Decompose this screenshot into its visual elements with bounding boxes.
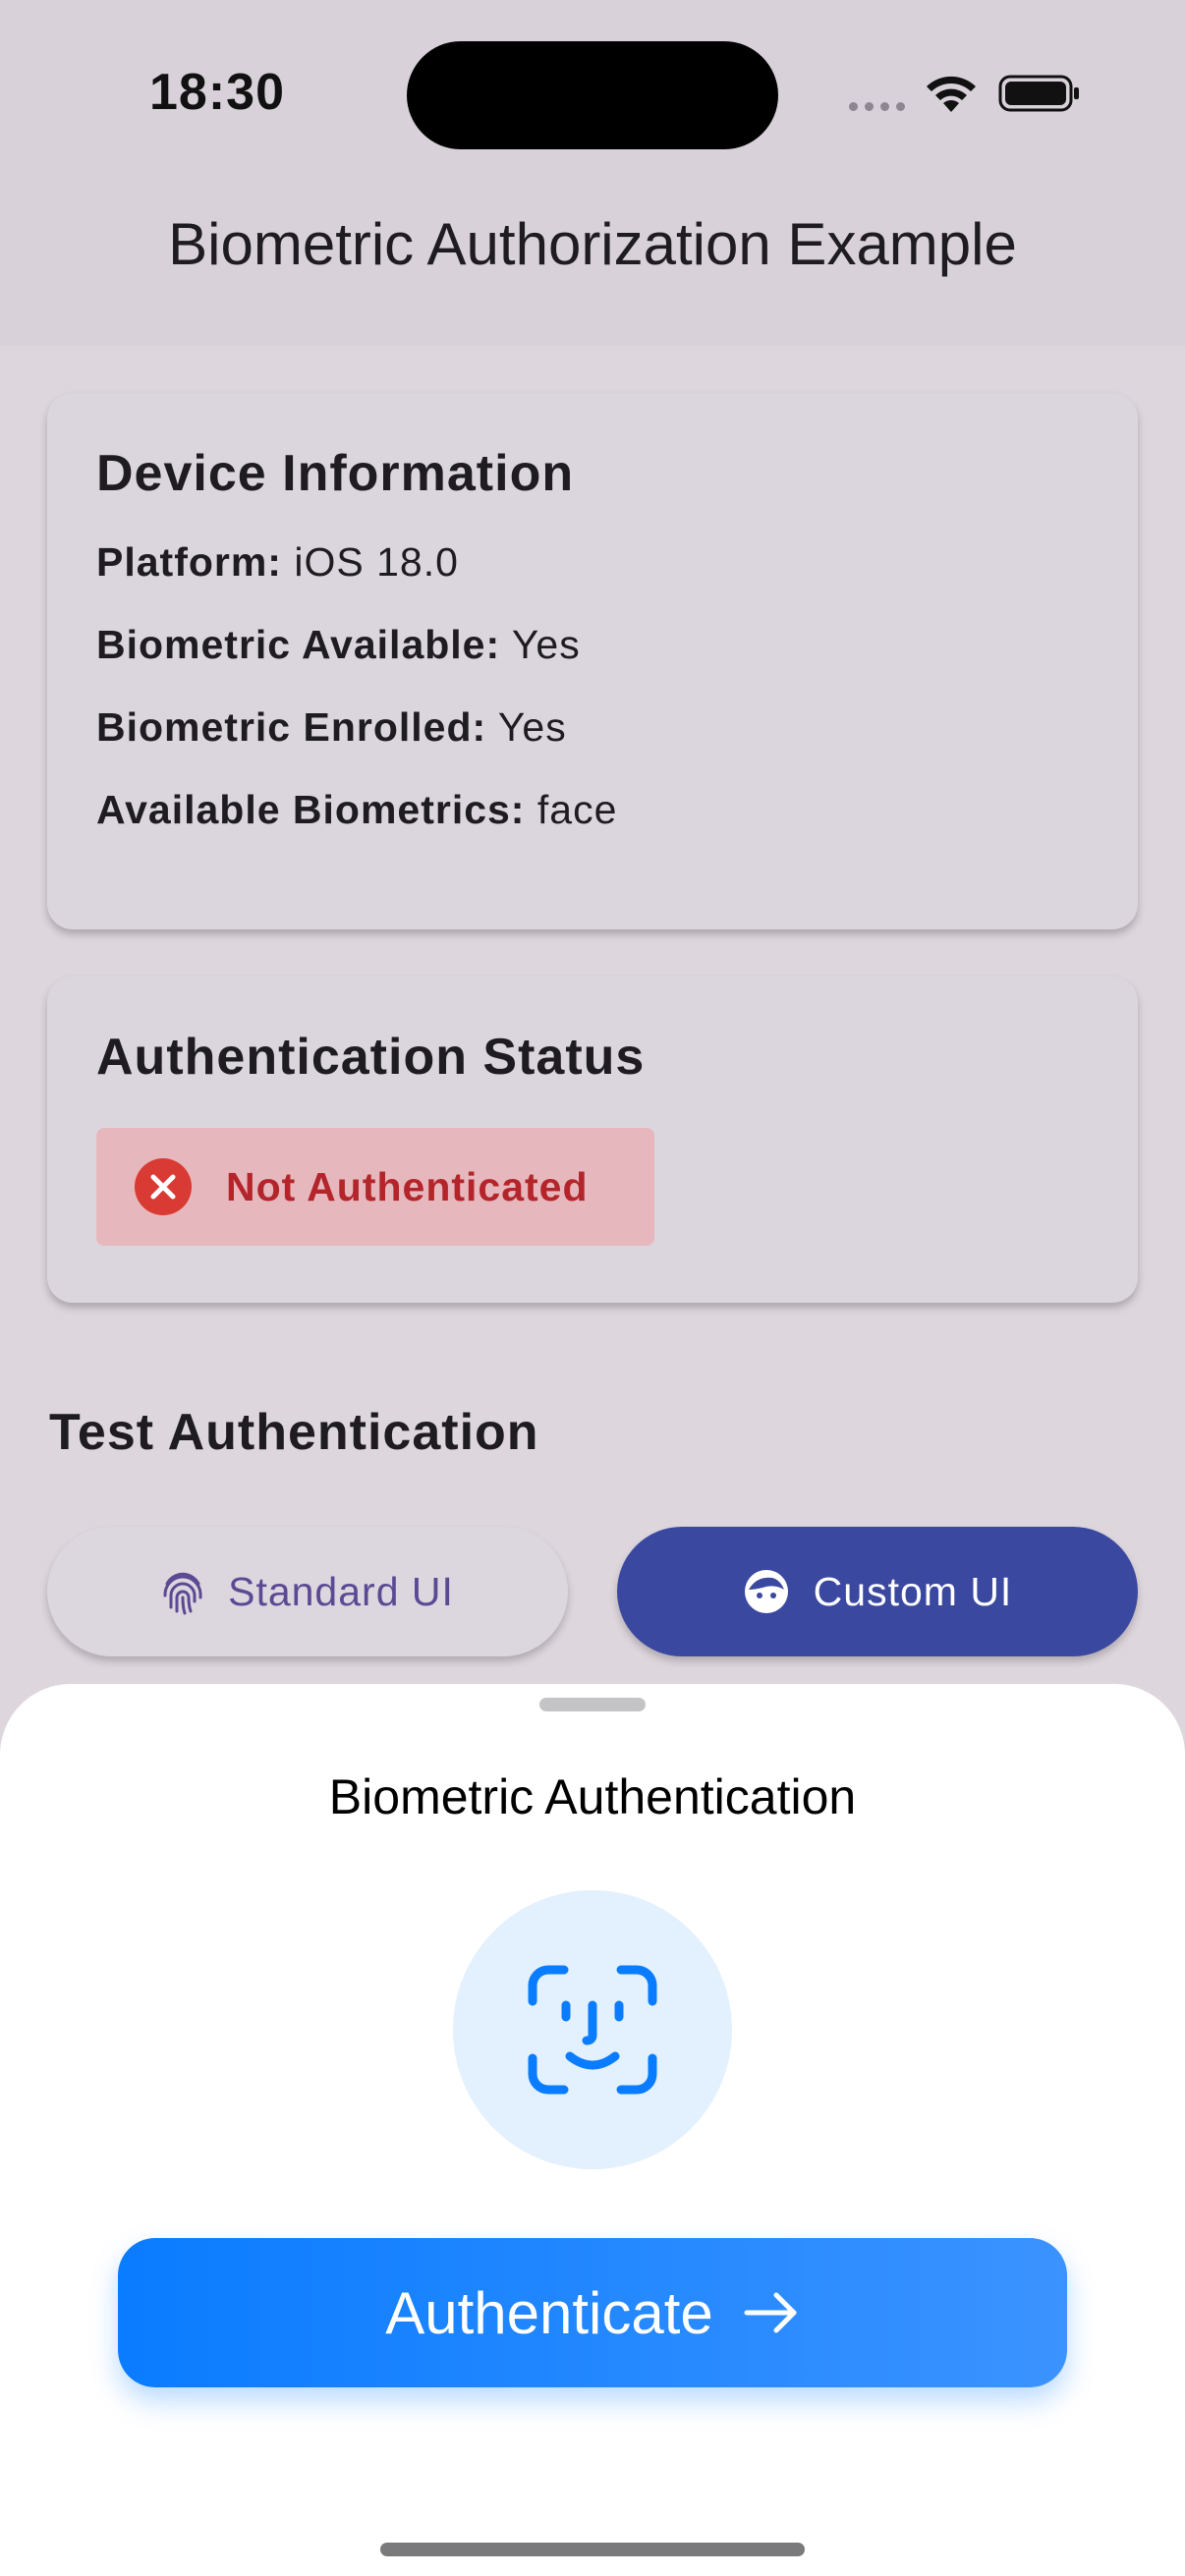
info-row-biometric-available: Biometric Available: Yes — [96, 615, 1089, 698]
status-time: 18:30 — [149, 64, 285, 121]
info-value: Yes — [497, 704, 567, 750]
cellular-dots-icon — [849, 102, 905, 111]
test-authentication-title: Test Authentication — [49, 1404, 539, 1461]
auth-status-card: Authentication Status Not Authenticated — [47, 977, 1138, 1303]
status-bar: 18:30 — [0, 0, 1185, 196]
standard-ui-label: Standard UI — [228, 1568, 454, 1614]
bottom-sheet: Biometric Authentication Authenticate — [0, 1684, 1185, 2576]
sheet-title: Biometric Authentication — [328, 1769, 857, 1824]
wifi-icon — [927, 76, 976, 112]
x-circle-icon — [135, 1158, 192, 1215]
info-label: Biometric Enrolled: — [96, 704, 487, 750]
info-label: Available Biometrics: — [96, 787, 526, 832]
standard-ui-button[interactable]: Standard UI — [47, 1527, 568, 1656]
info-row-biometric-enrolled: Biometric Enrolled: Yes — [96, 698, 1089, 780]
face-id-icon — [528, 1965, 657, 2095]
custom-ui-button[interactable]: Custom UI — [617, 1527, 1138, 1656]
info-value: face — [536, 787, 618, 832]
info-label: Biometric Available: — [96, 622, 501, 667]
face-icon — [744, 1570, 788, 1613]
info-label: Platform: — [96, 539, 282, 585]
face-id-badge — [453, 1890, 732, 2169]
home-indicator[interactable] — [380, 2543, 805, 2556]
info-row-available-biometrics: Available Biometrics: face — [96, 780, 1089, 863]
device-info-card: Device Information Platform: iOS 18.0 Bi… — [47, 393, 1138, 929]
app-bar: Biometric Authorization Example — [0, 196, 1185, 346]
info-value: Yes — [511, 622, 581, 667]
arrow-right-icon — [744, 2292, 797, 2333]
info-value: iOS 18.0 — [294, 539, 459, 585]
battery-icon — [998, 75, 1079, 112]
authenticate-label: Authenticate — [385, 2279, 713, 2346]
auth-status-title: Authentication Status — [96, 1029, 646, 1086]
device-info-title: Device Information — [96, 445, 575, 502]
page-title: Biometric Authorization Example — [168, 210, 1017, 277]
status-badge: Not Authenticated — [96, 1128, 654, 1246]
info-row-platform: Platform: iOS 18.0 — [96, 532, 1089, 615]
status-text: Not Authenticated — [226, 1163, 589, 1209]
dynamic-island — [407, 41, 778, 149]
authenticate-button[interactable]: Authenticate — [118, 2238, 1067, 2387]
sheet-grabber[interactable] — [539, 1698, 646, 1711]
custom-ui-label: Custom UI — [813, 1568, 1013, 1614]
fingerprint-icon — [163, 1572, 202, 1615]
